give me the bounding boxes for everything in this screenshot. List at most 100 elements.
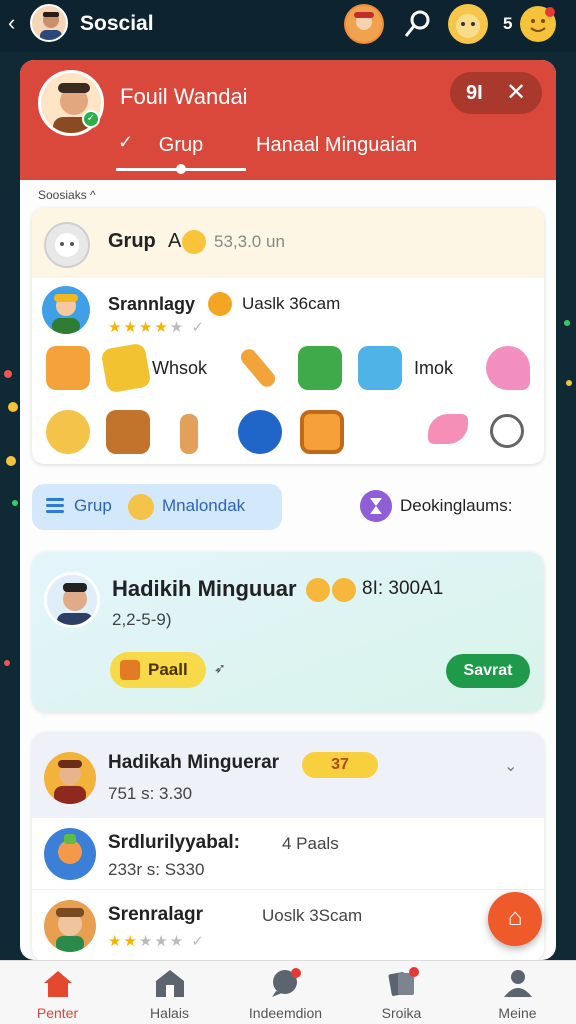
nav-label: Penter — [36, 1005, 79, 1021]
ranking-list: Hadikah Minguerar 37 ⌄ 751 s: 3.30 Srdlu… — [32, 732, 544, 960]
row-title: Hadikah Minguerar — [108, 752, 280, 773]
torch-icon[interactable] — [180, 414, 198, 454]
app-title: Soscial — [80, 12, 154, 35]
item-label: Imok — [414, 358, 454, 378]
bird-icon[interactable] — [428, 414, 468, 444]
nav-home[interactable]: Penter — [0, 965, 115, 1024]
group-panel: Grup A 53,3.0 un Srannlagy Uaslk 36cam ★… — [32, 208, 544, 464]
top-bar: ‹ Soscial 5 — [0, 0, 576, 52]
nav-label: Halais — [150, 1005, 189, 1021]
paid-button[interactable]: Paall — [110, 652, 206, 688]
featured-meta: 8I: 300A1 — [362, 578, 444, 599]
row-sub: 233r s: S330 — [108, 860, 205, 879]
nav-label: Meine — [498, 1005, 537, 1021]
crate-icon[interactable] — [106, 410, 150, 454]
building-icon — [156, 970, 184, 997]
crown-icon — [128, 494, 154, 520]
check-icon: ✓ — [118, 132, 134, 152]
team-icon[interactable] — [358, 346, 402, 390]
nav-indeemdion[interactable]: Indeemdion — [228, 965, 343, 1024]
nav-sroika[interactable]: Sroika — [344, 965, 459, 1024]
group-header[interactable]: Grup A 53,3.0 un — [32, 208, 544, 278]
hourglass-icon[interactable] — [360, 490, 392, 522]
sword-icon[interactable] — [237, 346, 279, 390]
cards-icon — [388, 967, 419, 996]
row-sub: 751 s: 3.30 — [108, 784, 193, 803]
avatar — [44, 572, 100, 628]
badge-icon[interactable] — [46, 410, 90, 454]
avatar — [44, 900, 96, 952]
magic-wand-icon[interactable] — [398, 4, 438, 44]
home-icon — [44, 971, 72, 997]
main-card: ✓ Fouil Wandai 9I ✕ ✓ Grup Hanaal Mingua… — [20, 60, 556, 960]
table-row[interactable]: Srenralagr Uoslk 3Scam ★★★★★ ✓ — [32, 890, 544, 960]
header-actions: 9I ✕ — [450, 72, 542, 114]
tab-indicator-dot — [176, 164, 186, 174]
member-meta: Uaslk 36cam — [242, 294, 341, 313]
group-icon — [44, 222, 90, 268]
nav-label: Sroika — [381, 1005, 422, 1021]
lion-icon[interactable] — [46, 346, 90, 390]
star-rating: ★★★★★ ✓ — [108, 319, 206, 336]
nav-halais[interactable]: Halais — [112, 965, 227, 1024]
emoji-icon[interactable] — [520, 6, 556, 42]
group-number: A — [168, 230, 182, 252]
featured-sub: 2,2-5-9) — [112, 610, 172, 629]
item-grid: Whsok Imok — [32, 338, 544, 464]
table-row[interactable]: Srdlurilyyabal: 4 Paals 233r s: S330 — [32, 818, 544, 890]
candy-icon[interactable] — [298, 346, 342, 390]
message-button[interactable]: 9I — [466, 82, 483, 105]
item-label: Whsok — [152, 358, 208, 378]
chat-icon[interactable] — [490, 414, 524, 448]
paid-label: Paall — [148, 660, 188, 679]
member-name: Srannlagy — [108, 294, 196, 314]
profile-icon[interactable] — [344, 4, 384, 44]
tab-label: Grup — [158, 134, 204, 156]
emoji-icon — [208, 292, 232, 316]
group-title: Grup — [108, 230, 156, 252]
gift-icon — [120, 660, 140, 680]
bottom-nav: Penter Halais Indeemdion Sroika Meine — [0, 960, 576, 1024]
decking-label[interactable]: Deokinglaums: — [400, 496, 512, 516]
featured-title: Hadikih Minguuar — [112, 576, 297, 601]
emoji-icon — [182, 230, 206, 254]
chip-label-secondary: Mnalondak — [162, 496, 246, 515]
row-title: Srdlurilyyabal: — [108, 832, 240, 853]
list-item[interactable]: Srannlagy Uaslk 36cam ★★★★★ ✓ — [32, 278, 544, 338]
chevron-down-icon[interactable]: ⌄ — [504, 756, 517, 776]
chat-icon — [272, 968, 301, 997]
row-meta: Uoslk 3Scam — [262, 906, 363, 925]
table-row[interactable]: Hadikah Minguerar 37 ⌄ 751 s: 3.30 — [32, 732, 544, 818]
avatar — [44, 752, 96, 804]
target-icon[interactable] — [238, 410, 282, 454]
group-filter-chip[interactable]: Grup Mnalondak — [32, 484, 282, 530]
list-icon — [46, 498, 64, 514]
nav-meine[interactable]: Meine — [460, 965, 575, 1024]
coin-count: 5 — [503, 14, 513, 33]
profile-icon — [504, 970, 532, 997]
tab-weekly-leaderboard[interactable]: Hanaal Minguaian — [256, 134, 417, 157]
group-meta: 53,3.0 un — [214, 232, 285, 251]
banana-icon[interactable] — [100, 342, 152, 394]
mascot-icon[interactable] — [448, 4, 488, 44]
share-icon[interactable]: ➶ — [214, 660, 226, 677]
score-badge: 37 — [302, 752, 378, 778]
save-button[interactable]: Savrat — [446, 654, 530, 688]
section-label[interactable]: Soosiaks ^ — [38, 188, 96, 202]
featured-weekly-card[interactable]: Hadikih Minguuar 8I: 300A1 2,2-5-9) Paal… — [32, 552, 544, 712]
frame-icon[interactable] — [300, 410, 344, 454]
avatar[interactable] — [30, 4, 68, 42]
emoji-icon — [332, 578, 356, 602]
floating-action-button[interactable]: ⌂ — [488, 892, 542, 946]
row-meta: 4 Paals — [282, 834, 339, 853]
row-title: Srenralagr — [108, 904, 204, 925]
back-button[interactable]: ‹ — [8, 12, 15, 34]
fairy-icon[interactable] — [486, 346, 530, 390]
profile-name: Fouil Wandai — [120, 84, 248, 109]
profile-header: ✓ Fouil Wandai 9I ✕ ✓ Grup Hanaal Mingua… — [20, 60, 556, 180]
close-button[interactable]: ✕ — [506, 78, 526, 107]
tab-grup[interactable]: ✓ Grup — [116, 132, 246, 174]
nav-label: Indeemdion — [248, 1005, 323, 1021]
star-rating: ★★★★★ ✓ — [108, 933, 206, 950]
emoji-icon — [306, 578, 330, 602]
